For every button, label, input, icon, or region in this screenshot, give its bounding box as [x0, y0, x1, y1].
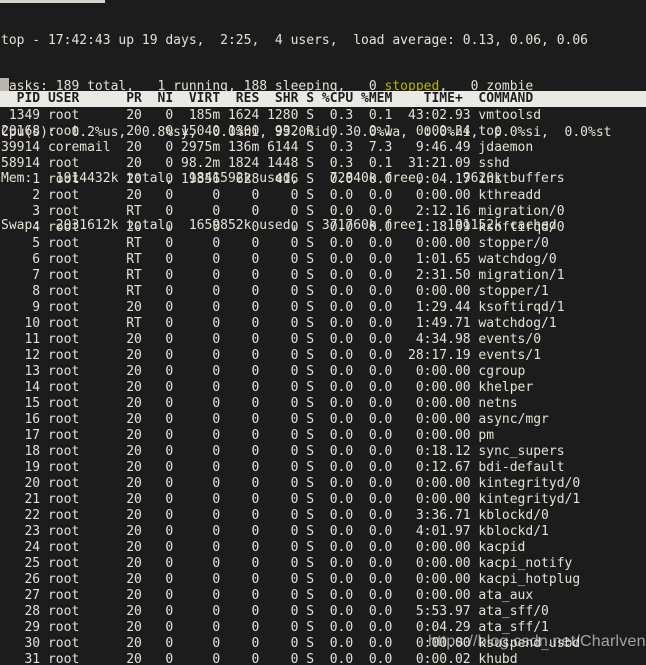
process-row[interactable]: 5 root RT 0 0 0 0 S 0.0 0.0 0:00.00 stop…: [1, 236, 646, 252]
process-row[interactable]: 19 root 20 0 0 0 0 S 0.0 0.0 0:12.67 bdi…: [1, 460, 646, 476]
process-table-body[interactable]: 1349 root 20 0 185m 1624 1280 S 0.3 0.1 …: [0, 108, 646, 665]
process-row[interactable]: 7 root RT 0 0 0 0 S 0.0 0.0 2:31.50 migr…: [1, 268, 646, 284]
process-row[interactable]: 20168 root 20 0 15040 1300 932 R 0.3 0.1…: [1, 124, 646, 140]
process-row[interactable]: 1 root 20 0 19356 628 416 S 0.0 0.0 0:04…: [1, 172, 646, 188]
process-row[interactable]: 9 root 20 0 0 0 0 S 0.0 0.0 1:29.44 ksof…: [1, 300, 646, 316]
process-row[interactable]: 26 root 20 0 0 0 0 S 0.0 0.0 0:00.00 kac…: [1, 572, 646, 588]
process-row[interactable]: 21 root 20 0 0 0 0 S 0.0 0.0 0:00.00 kin…: [1, 492, 646, 508]
process-row[interactable]: 14 root 20 0 0 0 0 S 0.0 0.0 0:00.00 khe…: [1, 380, 646, 396]
terminal-window[interactable]: top - 17:42:43 up 19 days, 2:25, 4 users…: [0, 0, 646, 665]
process-row[interactable]: 11 root 20 0 0 0 0 S 0.0 0.0 4:34.98 eve…: [1, 332, 646, 348]
process-row[interactable]: 15 root 20 0 0 0 0 S 0.0 0.0 0:00.00 net…: [1, 396, 646, 412]
process-row[interactable]: 58914 root 20 0 98.2m 1824 1448 S 0.3 0.…: [1, 156, 646, 172]
process-row[interactable]: 4 root 20 0 0 0 0 S 0.0 0.0 1:18.09 ksof…: [1, 220, 646, 236]
process-table-header: PID USER PR NI VIRT RES SHR S %CPU %MEM …: [0, 91, 646, 107]
process-row[interactable]: 16 root 20 0 0 0 0 S 0.0 0.0 0:00.00 asy…: [1, 412, 646, 428]
process-row[interactable]: 13 root 20 0 0 0 0 S 0.0 0.0 0:00.00 cgr…: [1, 364, 646, 380]
process-row[interactable]: 18 root 20 0 0 0 0 S 0.0 0.0 0:18.12 syn…: [1, 444, 646, 460]
process-row[interactable]: 27 root 20 0 0 0 0 S 0.0 0.0 0:00.00 ata…: [1, 588, 646, 604]
process-row[interactable]: 25 root 20 0 0 0 0 S 0.0 0.0 0:00.00 kac…: [1, 556, 646, 572]
process-row[interactable]: 20 root 20 0 0 0 0 S 0.0 0.0 0:00.00 kin…: [1, 476, 646, 492]
process-row[interactable]: 22 root 20 0 0 0 0 S 0.0 0.0 3:36.71 kbl…: [1, 508, 646, 524]
process-row[interactable]: 23 root 20 0 0 0 0 S 0.0 0.0 4:01.97 kbl…: [1, 524, 646, 540]
process-row[interactable]: 30 root 20 0 0 0 0 S 0.0 0.0 0:00.00 ksu…: [1, 636, 646, 652]
process-row[interactable]: 31 root 20 0 0 0 0 S 0.0 0.0 0:00.02 khu…: [1, 652, 646, 665]
process-row[interactable]: 10 root RT 0 0 0 0 S 0.0 0.0 1:49.71 wat…: [1, 316, 646, 332]
process-row[interactable]: 28 root 20 0 0 0 0 S 0.0 0.0 5:53.97 ata…: [1, 604, 646, 620]
process-row[interactable]: 1349 root 20 0 185m 1624 1280 S 0.3 0.1 …: [1, 108, 646, 124]
summary-uptime-line: top - 17:42:43 up 19 days, 2:25, 4 users…: [1, 32, 588, 48]
process-row[interactable]: 8 root RT 0 0 0 0 S 0.0 0.0 0:00.00 stop…: [1, 284, 646, 300]
process-row[interactable]: 12 root 20 0 0 0 0 S 0.0 0.0 28:17.19 ev…: [1, 348, 646, 364]
process-row[interactable]: 17 root 20 0 0 0 0 S 0.0 0.0 0:00.00 pm: [1, 428, 646, 444]
process-row[interactable]: 39914 coremail 20 0 2975m 136m 6144 S 0.…: [1, 140, 646, 156]
terminal-cursor: [0, 78, 9, 91]
process-row[interactable]: 6 root RT 0 0 0 0 S 0.0 0.0 1:01.65 watc…: [1, 252, 646, 268]
process-row[interactable]: 2 root 20 0 0 0 0 S 0.0 0.0 0:00.00 kthr…: [1, 188, 646, 204]
process-row[interactable]: 3 root RT 0 0 0 0 S 0.0 0.0 2:12.16 migr…: [1, 204, 646, 220]
process-row[interactable]: 24 root 20 0 0 0 0 S 0.0 0.0 0:00.00 kac…: [1, 540, 646, 556]
process-row[interactable]: 29 root 20 0 0 0 0 S 0.0 0.0 0:04.29 ata…: [1, 620, 646, 636]
